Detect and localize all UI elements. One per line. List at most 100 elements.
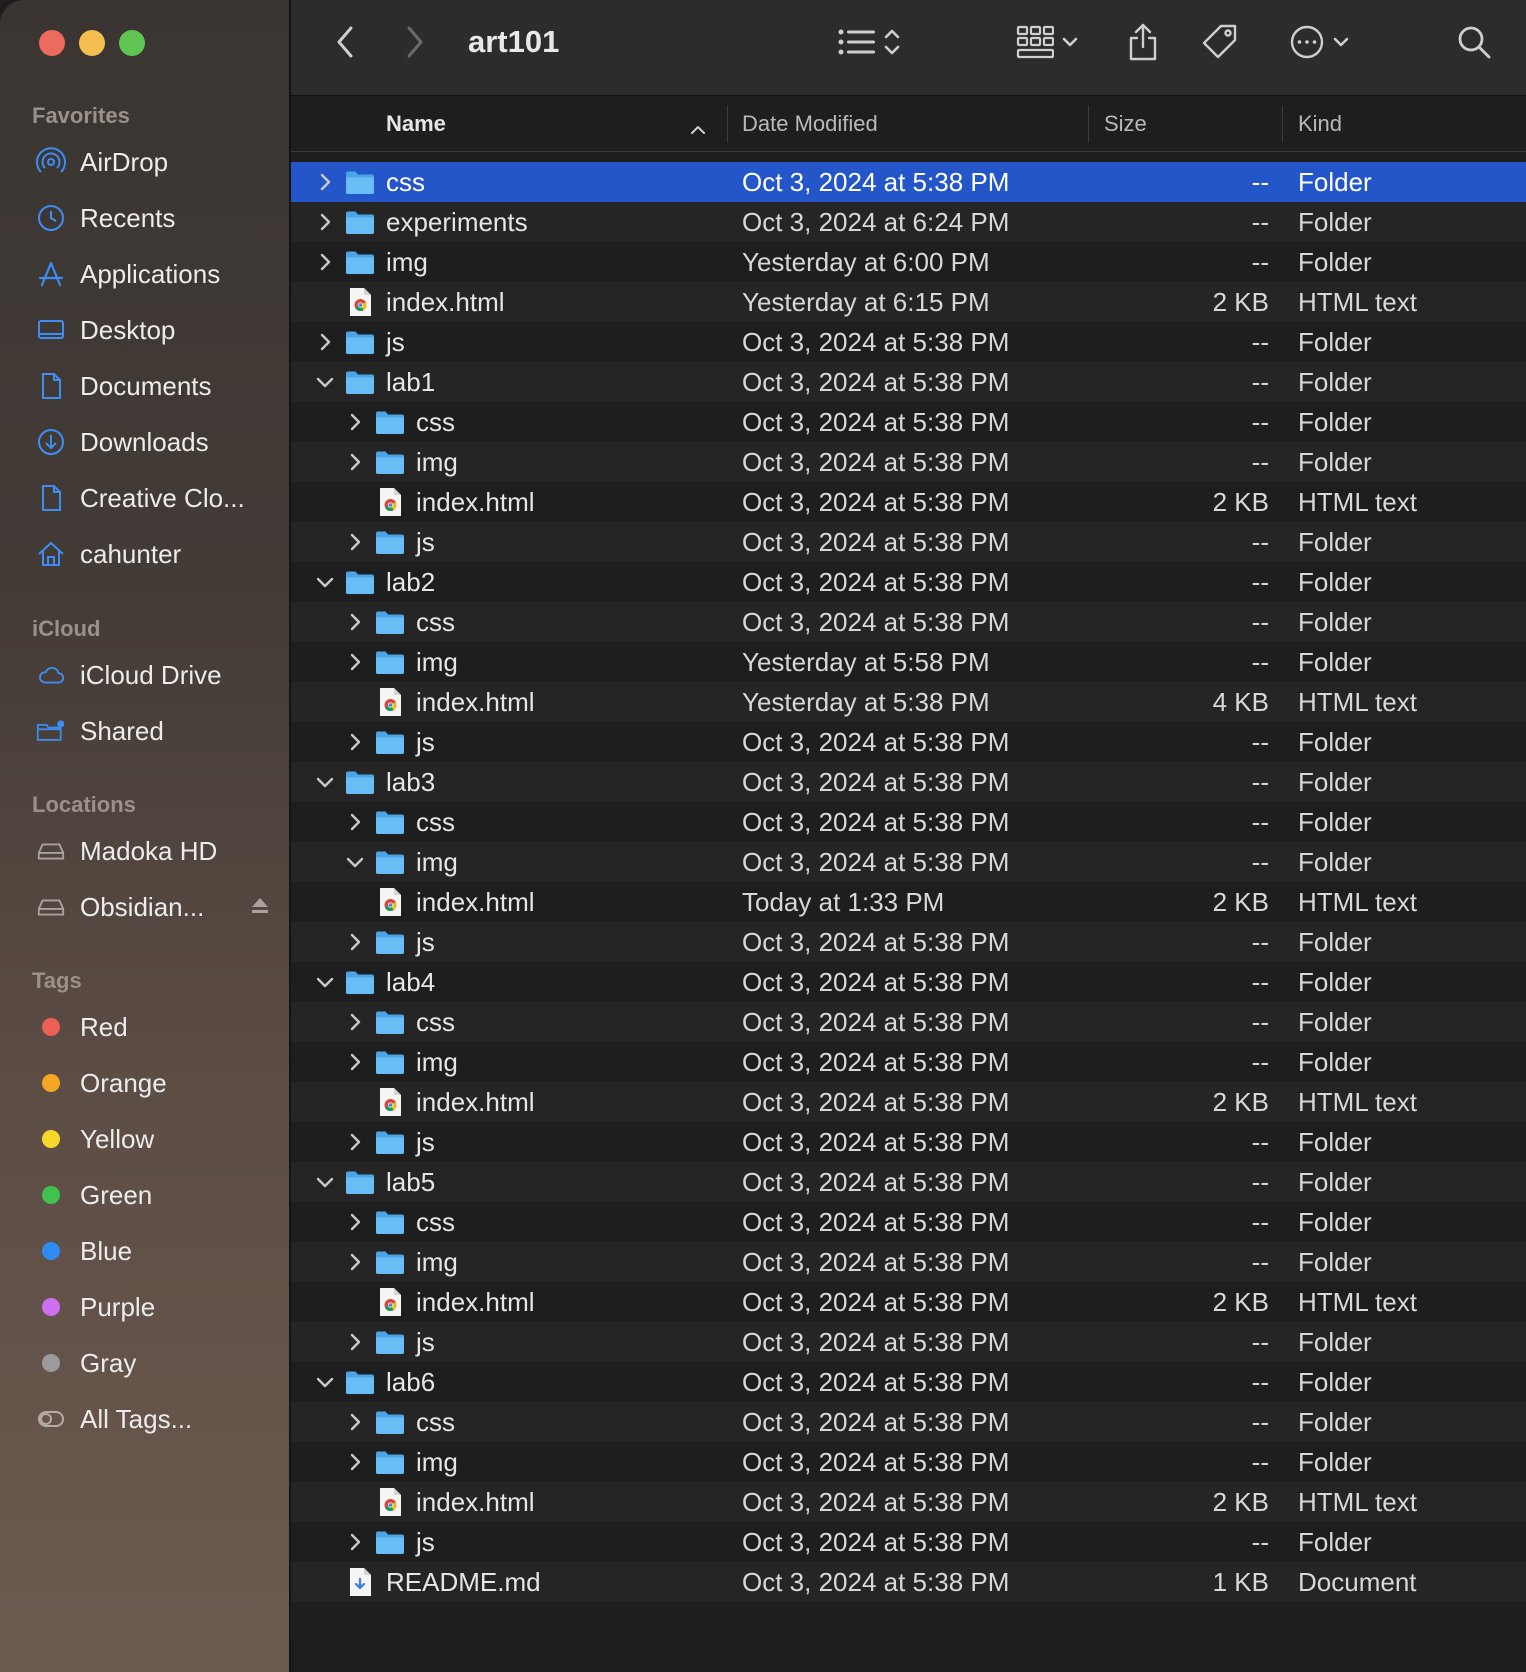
file-row[interactable]: lab1 Oct 3, 2024 at 5:38 PM -- Folder xyxy=(291,362,1526,402)
sidebar-item-downloads[interactable]: Downloads xyxy=(36,422,281,462)
file-row[interactable]: img Yesterday at 6:00 PM -- Folder xyxy=(291,242,1526,282)
file-row[interactable]: js Oct 3, 2024 at 5:38 PM -- Folder xyxy=(291,1322,1526,1362)
sidebar-item-shared[interactable]: Shared xyxy=(36,711,281,751)
sidebar-item-recents[interactable]: Recents xyxy=(36,198,281,238)
disclosure-chevron-right-icon[interactable] xyxy=(315,332,335,352)
disclosure-chevron-down-icon[interactable] xyxy=(315,772,335,792)
disclosure-chevron-right-icon[interactable] xyxy=(345,1452,365,1472)
disclosure-chevron-right-icon[interactable] xyxy=(345,1412,365,1432)
sidebar-item-applications[interactable]: Applications xyxy=(36,254,281,294)
file-row[interactable]: img Oct 3, 2024 at 5:38 PM -- Folder xyxy=(291,1242,1526,1282)
sidebar-item-creative-cloud[interactable]: Creative Clo... xyxy=(36,478,281,518)
file-row[interactable]: index.html Yesterday at 6:15 PM 2 KB HTML t… xyxy=(291,282,1526,322)
file-row[interactable]: lab2 Oct 3, 2024 at 5:38 PM -- Folder xyxy=(291,562,1526,602)
search-button[interactable] xyxy=(1451,22,1497,66)
disclosure-chevron-down-icon[interactable] xyxy=(315,372,335,392)
disclosure-chevron-right-icon[interactable] xyxy=(345,932,365,952)
disclosure-chevron-right-icon[interactable] xyxy=(345,812,365,832)
file-row[interactable]: css Oct 3, 2024 at 5:38 PM -- Folder xyxy=(291,402,1526,442)
file-row[interactable]: index.html Oct 3, 2024 at 5:38 PM 2 KB HTML… xyxy=(291,1082,1526,1122)
file-row[interactable]: lab6 Oct 3, 2024 at 5:38 PM -- Folder xyxy=(291,1362,1526,1402)
disclosure-chevron-right-icon[interactable] xyxy=(315,172,335,192)
file-row[interactable]: css Oct 3, 2024 at 5:38 PM -- Folder xyxy=(291,1402,1526,1442)
file-row[interactable]: js Oct 3, 2024 at 5:38 PM -- Folder xyxy=(291,1522,1526,1562)
sidebar-item-obsidian[interactable]: Obsidian... xyxy=(36,887,281,927)
file-row[interactable]: css Oct 3, 2024 at 5:38 PM -- Folder xyxy=(291,602,1526,642)
column-separator[interactable] xyxy=(727,106,728,142)
eject-icon[interactable] xyxy=(249,895,271,922)
disclosure-chevron-right-icon[interactable] xyxy=(345,1132,365,1152)
sidebar-tag-yellow[interactable]: Yellow xyxy=(36,1119,281,1159)
file-row[interactable]: img Oct 3, 2024 at 5:38 PM -- Folder xyxy=(291,1042,1526,1082)
file-row[interactable]: lab5 Oct 3, 2024 at 5:38 PM -- Folder xyxy=(291,1162,1526,1202)
file-row[interactable]: experiments Oct 3, 2024 at 6:24 PM -- Folde… xyxy=(291,202,1526,242)
file-row[interactable]: js Oct 3, 2024 at 5:38 PM -- Folder xyxy=(291,722,1526,762)
sidebar-tag-all-tags[interactable]: All Tags... xyxy=(36,1399,281,1439)
file-row[interactable]: index.html Oct 3, 2024 at 5:38 PM 2 KB HTML… xyxy=(291,482,1526,522)
column-header-size[interactable]: Size xyxy=(1104,96,1147,152)
column-separator[interactable] xyxy=(1282,106,1283,142)
tag-button[interactable] xyxy=(1197,22,1243,66)
disclosure-chevron-right-icon[interactable] xyxy=(345,412,365,432)
sidebar-item-madoka-hd[interactable]: Madoka HD xyxy=(36,831,281,871)
disclosure-chevron-right-icon[interactable] xyxy=(345,532,365,552)
file-row[interactable]: lab4 Oct 3, 2024 at 5:38 PM -- Folder xyxy=(291,962,1526,1002)
file-row[interactable]: js Oct 3, 2024 at 5:38 PM -- Folder xyxy=(291,322,1526,362)
zoom-window-button[interactable] xyxy=(119,30,145,56)
file-row[interactable]: img Oct 3, 2024 at 5:38 PM -- Folder xyxy=(291,842,1526,882)
sidebar-tag-gray[interactable]: Gray xyxy=(36,1343,281,1383)
file-row[interactable]: index.html Oct 3, 2024 at 5:38 PM 2 KB HTML… xyxy=(291,1482,1526,1522)
disclosure-chevron-down-icon[interactable] xyxy=(315,572,335,592)
disclosure-chevron-down-icon[interactable] xyxy=(315,1372,335,1392)
file-row[interactable]: img Oct 3, 2024 at 5:38 PM -- Folder xyxy=(291,442,1526,482)
sidebar-item-icloud-drive[interactable]: iCloud Drive xyxy=(36,655,281,695)
file-row[interactable]: index.html Today at 1:33 PM 2 KB HTML text xyxy=(291,882,1526,922)
disclosure-chevron-right-icon[interactable] xyxy=(345,1052,365,1072)
disclosure-chevron-right-icon[interactable] xyxy=(345,1532,365,1552)
disclosure-chevron-down-icon[interactable] xyxy=(315,972,335,992)
minimize-window-button[interactable] xyxy=(79,30,105,56)
back-button[interactable] xyxy=(327,22,363,66)
column-header-date[interactable]: Date Modified xyxy=(742,96,878,152)
file-row[interactable]: css Oct 3, 2024 at 5:38 PM -- Folder xyxy=(291,1202,1526,1242)
disclosure-chevron-down-icon[interactable] xyxy=(345,852,365,872)
sidebar-tag-orange[interactable]: Orange xyxy=(36,1063,281,1103)
file-row[interactable]: css Oct 3, 2024 at 5:38 PM -- Folder xyxy=(291,1002,1526,1042)
file-row[interactable]: lab3 Oct 3, 2024 at 5:38 PM -- Folder xyxy=(291,762,1526,802)
sidebar-tag-blue[interactable]: Blue xyxy=(36,1231,281,1271)
disclosure-chevron-right-icon[interactable] xyxy=(345,612,365,632)
disclosure-chevron-right-icon[interactable] xyxy=(345,1012,365,1032)
file-row[interactable]: img Oct 3, 2024 at 5:38 PM -- Folder xyxy=(291,1442,1526,1482)
column-header-name[interactable]: Name xyxy=(386,96,706,152)
sidebar-tag-green[interactable]: Green xyxy=(36,1175,281,1215)
disclosure-chevron-right-icon[interactable] xyxy=(345,1332,365,1352)
disclosure-chevron-right-icon[interactable] xyxy=(345,1252,365,1272)
sidebar-item-airdrop[interactable]: AirDrop xyxy=(36,142,281,182)
file-row[interactable]: js Oct 3, 2024 at 5:38 PM -- Folder xyxy=(291,1122,1526,1162)
forward-button[interactable] xyxy=(397,22,433,66)
sidebar-item-documents[interactable]: Documents xyxy=(36,366,281,406)
file-row[interactable]: js Oct 3, 2024 at 5:38 PM -- Folder xyxy=(291,522,1526,562)
disclosure-chevron-right-icon[interactable] xyxy=(345,732,365,752)
file-row[interactable]: index.html Oct 3, 2024 at 5:38 PM 2 KB HTML… xyxy=(291,1282,1526,1322)
close-window-button[interactable] xyxy=(39,30,65,56)
view-options-button[interactable] xyxy=(829,22,909,66)
share-button[interactable] xyxy=(1121,22,1165,66)
file-row[interactable]: js Oct 3, 2024 at 5:38 PM -- Folder xyxy=(291,922,1526,962)
more-actions-button[interactable] xyxy=(1281,22,1357,66)
sidebar-tag-red[interactable]: Red xyxy=(36,1007,281,1047)
disclosure-chevron-down-icon[interactable] xyxy=(315,1172,335,1192)
column-header-kind[interactable]: Kind xyxy=(1298,96,1342,152)
file-row[interactable]: img Yesterday at 5:58 PM -- Folder xyxy=(291,642,1526,682)
sidebar-item-home[interactable]: cahunter xyxy=(36,534,281,574)
disclosure-chevron-right-icon[interactable] xyxy=(345,652,365,672)
disclosure-chevron-right-icon[interactable] xyxy=(345,1212,365,1232)
file-row[interactable]: css Oct 3, 2024 at 5:38 PM -- Folder xyxy=(291,162,1526,202)
file-row[interactable]: README.md Oct 3, 2024 at 5:38 PM 1 KB Docum… xyxy=(291,1562,1526,1602)
group-button[interactable] xyxy=(1007,22,1087,66)
disclosure-chevron-right-icon[interactable] xyxy=(315,252,335,272)
disclosure-chevron-right-icon[interactable] xyxy=(315,212,335,232)
file-row[interactable]: css Oct 3, 2024 at 5:38 PM -- Folder xyxy=(291,802,1526,842)
sidebar-item-desktop[interactable]: Desktop xyxy=(36,310,281,350)
sidebar-tag-purple[interactable]: Purple xyxy=(36,1287,281,1327)
